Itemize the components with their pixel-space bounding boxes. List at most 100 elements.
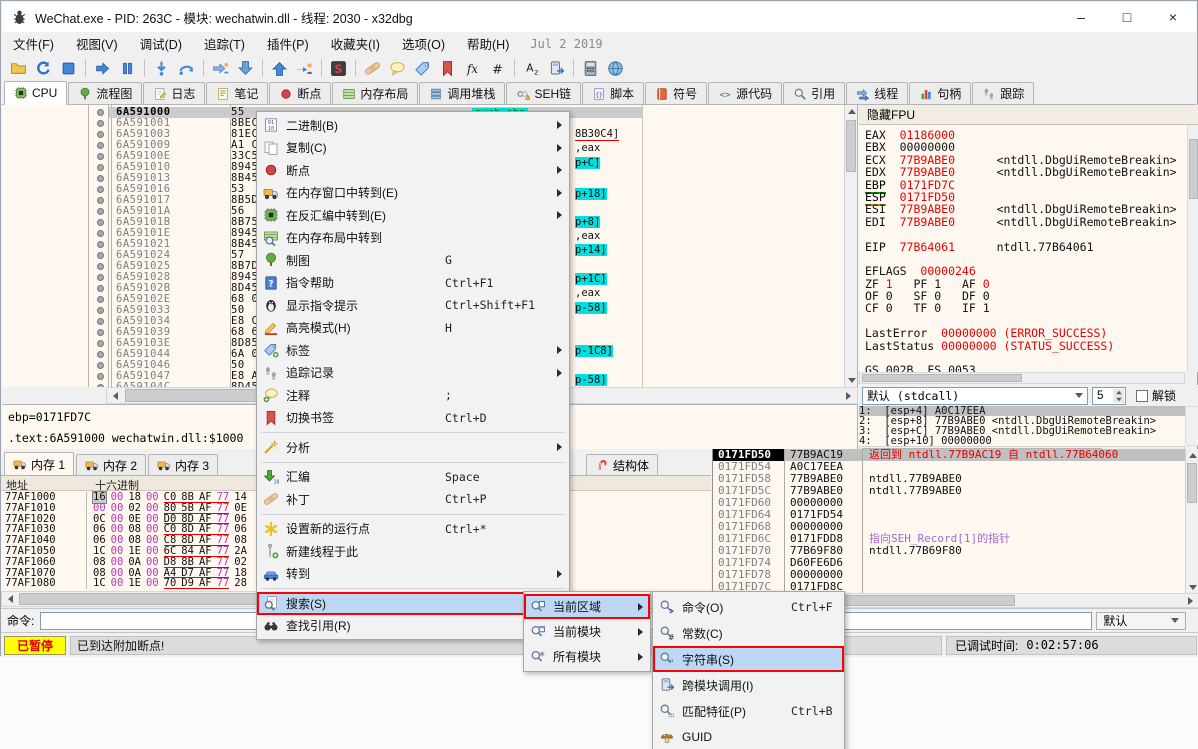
breakpoint-dot-icon[interactable]: [97, 329, 104, 336]
spin-up-icon[interactable]: [1116, 390, 1122, 394]
breakpoint-dot-icon[interactable]: [97, 142, 104, 149]
registers-horizontal-scrollbar[interactable]: [859, 372, 1185, 384]
tab-graph[interactable]: 流程图: [68, 82, 142, 104]
menu-item-follow-in-disasm[interactable]: 在反汇编中转到(E): [257, 204, 569, 227]
submenu-item-current-region[interactable]: 当前区域: [524, 594, 650, 619]
tab-symbols[interactable]: 符号: [645, 82, 707, 104]
tab-notes[interactable]: 笔记: [206, 82, 268, 104]
breakpoint-dot-icon[interactable]: [97, 219, 104, 226]
menu-item-goto[interactable]: 转到: [257, 563, 569, 586]
tab-cpu[interactable]: CPU: [4, 81, 67, 105]
intermodular-calls-button[interactable]: [544, 56, 569, 80]
menu-item-trace-record[interactable]: 追踪记录: [257, 362, 569, 385]
tab-memory-map[interactable]: 内存布局: [332, 82, 418, 104]
menu-item-set-new-origin[interactable]: 设置新的运行点Ctrl+*: [257, 518, 569, 541]
tab-breakpoints[interactable]: 断点: [269, 82, 331, 104]
hide-fpu-button[interactable]: 隐藏FPU: [859, 105, 1198, 125]
submenu-item-current-module[interactable]: 当前模块: [524, 619, 650, 644]
tab-trace[interactable]: 跟踪: [972, 82, 1034, 104]
breakpoint-dot-icon[interactable]: [97, 120, 104, 127]
step-into-button[interactable]: [149, 56, 174, 80]
menu-item-show-mnemonic-brief[interactable]: 显示指令提示Ctrl+Shift+F1: [257, 294, 569, 317]
tab-struct[interactable]: 结构体: [586, 454, 658, 475]
stack-row[interactable]: 0171FD7800000000: [713, 569, 1185, 581]
menu-item-instruction-help[interactable]: 指令帮助Ctrl+F1: [257, 272, 569, 295]
menubar-menu-view[interactable]: 视图(V): [65, 31, 129, 56]
menu-item-patch[interactable]: 补丁Ctrl+P: [257, 488, 569, 511]
breakpoint-dot-icon[interactable]: [97, 241, 104, 248]
function-analysis-button[interactable]: [460, 56, 485, 80]
calling-convention-select[interactable]: 默认 (stdcall): [862, 387, 1088, 405]
tab-call-stack[interactable]: 调用堆栈: [419, 82, 505, 104]
stop-button[interactable]: [56, 56, 81, 80]
command-profile-select[interactable]: 默认: [1096, 612, 1186, 630]
tab-script[interactable]: 脚本: [582, 82, 644, 104]
menubar-menu-plugins[interactable]: 插件(P): [256, 31, 320, 56]
tab-handles[interactable]: 句柄: [909, 82, 971, 104]
close-button[interactable]: ×: [1150, 2, 1196, 32]
spin-down-icon[interactable]: [1116, 397, 1122, 401]
constants-button[interactable]: [485, 56, 510, 80]
scylla-button[interactable]: [326, 56, 351, 80]
arguments-vertical-scrollbar[interactable]: [1185, 406, 1198, 446]
breakpoint-dot-icon[interactable]: [97, 230, 104, 237]
titlebar[interactable]: WeChat.exe - PID: 263C - 模块: wechatwin.d…: [2, 2, 1196, 32]
menubar-menu-help[interactable]: 帮助(H): [456, 31, 520, 56]
scroll-down-icon[interactable]: [1189, 585, 1197, 590]
minimize-button[interactable]: –: [1058, 2, 1104, 32]
registers-pane[interactable]: 隐藏FPU EAX 01186000EBX 00000000ECX 77B9AB…: [859, 105, 1198, 372]
tab-threads[interactable]: 线程: [846, 82, 908, 104]
scroll-thumb[interactable]: [1187, 463, 1197, 503]
menubar-menu-options[interactable]: 选项(O): [391, 31, 456, 56]
stack-vertical-scrollbar[interactable]: [1185, 449, 1198, 593]
breakpoint-dot-icon[interactable]: [97, 373, 104, 380]
submenu-item-constant[interactable]: 常数(C): [653, 620, 844, 646]
submenu-item-pattern[interactable]: 匹配特征(P)Ctrl+B: [653, 698, 844, 724]
disassembly-vertical-scrollbar[interactable]: [844, 105, 857, 387]
menu-item-analysis[interactable]: 分析: [257, 436, 569, 459]
breakpoint-dot-icon[interactable]: [97, 252, 104, 259]
scroll-up-icon[interactable]: [1189, 453, 1197, 458]
submenu-item-all-modules[interactable]: 所有模块: [524, 644, 650, 669]
breakpoint-dot-icon[interactable]: [97, 153, 104, 160]
step-into-source-button[interactable]: [233, 56, 258, 80]
menu-item-graph[interactable]: 制图G: [257, 249, 569, 272]
pause-button[interactable]: [115, 56, 140, 80]
tab-seh[interactable]: SEH链: [506, 82, 581, 104]
submenu-item-guid[interactable]: GUID: [653, 724, 844, 749]
stack-pane[interactable]: 0171FD5077B9AC19返回到 ntdll.77B9AC19 自 ntd…: [712, 449, 1185, 593]
tab-source[interactable]: 源代码: [708, 82, 782, 104]
breakpoint-dot-icon[interactable]: [97, 109, 104, 116]
maximize-button[interactable]: □: [1104, 2, 1150, 32]
patch-button[interactable]: [360, 56, 385, 80]
run-until-expression-button[interactable]: [292, 56, 317, 80]
breakpoint-dot-icon[interactable]: [97, 186, 104, 193]
breakpoint-dot-icon[interactable]: [97, 285, 104, 292]
scroll-right-icon[interactable]: [1188, 597, 1193, 605]
breakpoint-dot-icon[interactable]: [97, 164, 104, 171]
scroll-down-icon[interactable]: [848, 378, 856, 383]
breakpoint-dot-icon[interactable]: [97, 208, 104, 215]
restart-button[interactable]: [31, 56, 56, 80]
scroll-right-icon[interactable]: [846, 392, 851, 400]
breakpoint-dot-icon[interactable]: [97, 318, 104, 325]
menu-item-follow-in-memory-map[interactable]: 在内存布局中转到: [257, 227, 569, 250]
menubar-menu-trace[interactable]: 追踪(T): [193, 31, 256, 56]
breakpoint-dot-icon[interactable]: [97, 362, 104, 369]
menubar-menu-file[interactable]: 文件(F): [2, 31, 65, 56]
breakpoint-dot-icon[interactable]: [97, 197, 104, 204]
breakpoint-dot-icon[interactable]: [97, 384, 104, 387]
registers-vertical-scrollbar[interactable]: [1187, 125, 1198, 372]
argument-count-stepper[interactable]: 5: [1092, 387, 1126, 405]
scroll-thumb[interactable]: [846, 120, 856, 172]
menu-item-toggle-bookmark[interactable]: 切换书签Ctrl+D: [257, 407, 569, 430]
open-file-button[interactable]: [6, 56, 31, 80]
tab-dump-3[interactable]: 内存 3: [148, 454, 218, 475]
execute-till-return-button[interactable]: [267, 56, 292, 80]
submenu-item-string[interactable]: 字符串(S): [653, 646, 844, 672]
stack-row[interactable]: 0171FD74D60FE6D6: [713, 557, 1185, 569]
tab-dump-2[interactable]: 内存 2: [76, 454, 146, 475]
menubar-menu-favourites[interactable]: 收藏夹(I): [320, 31, 391, 56]
menu-item-label[interactable]: 标签: [257, 339, 569, 362]
settings-globe-button[interactable]: [603, 56, 628, 80]
